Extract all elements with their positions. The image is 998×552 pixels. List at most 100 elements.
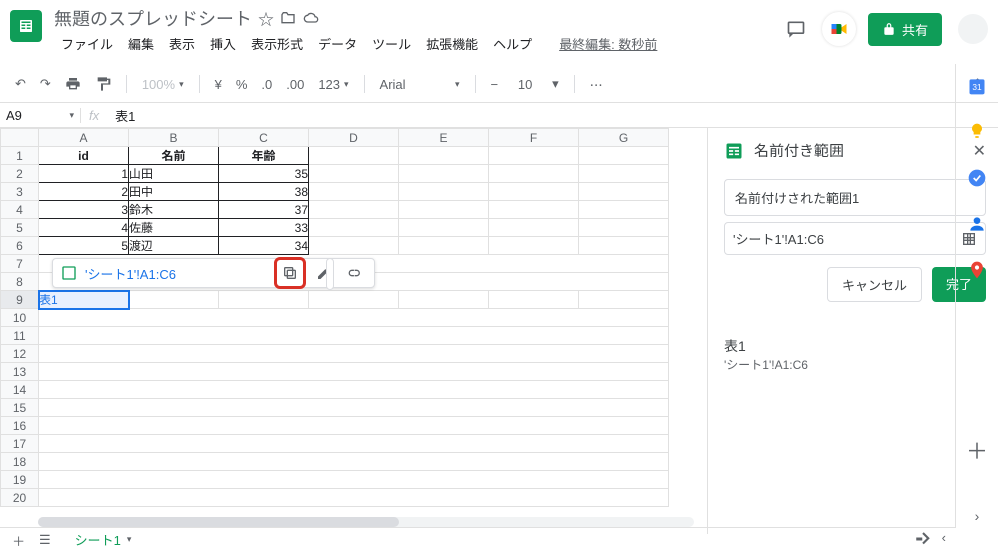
last-edit-link[interactable]: 最終編集: 数秒前 — [552, 32, 664, 55]
cloud-icon[interactable] — [302, 10, 320, 26]
row-header[interactable]: 17 — [1, 435, 39, 453]
menu-extensions[interactable]: 拡張機能 — [419, 32, 485, 55]
chip-range-text[interactable]: 'シート1'!A1:C6 — [85, 264, 176, 283]
decrease-decimal-button[interactable]: .0 — [256, 74, 277, 95]
star-icon[interactable]: ☆ — [258, 6, 274, 30]
sheets-logo[interactable] — [10, 10, 42, 42]
range-ref-input[interactable]: 'シート1'!A1:C6 — [724, 222, 986, 255]
name-box[interactable]: A9▾ — [0, 108, 80, 123]
contacts-icon[interactable] — [967, 214, 987, 234]
row-header[interactable]: 1 — [1, 147, 39, 165]
chip-overflow-handle[interactable] — [326, 258, 334, 290]
row-header[interactable]: 16 — [1, 417, 39, 435]
col-header[interactable]: D — [309, 129, 399, 147]
row-header[interactable]: 20 — [1, 489, 39, 507]
menu-view[interactable]: 表示 — [162, 32, 202, 55]
row-header[interactable]: 15 — [1, 399, 39, 417]
row-header[interactable]: 12 — [1, 345, 39, 363]
select-all-corner[interactable] — [1, 129, 39, 147]
row-header[interactable]: 19 — [1, 471, 39, 489]
menu-data[interactable]: データ — [311, 32, 364, 55]
calendar-icon[interactable]: 31 — [967, 76, 987, 96]
cell[interactable]: 年齢 — [219, 147, 309, 165]
col-header[interactable]: B — [129, 129, 219, 147]
col-header[interactable]: E — [399, 129, 489, 147]
zoom-select[interactable]: 100%▾ — [137, 74, 189, 95]
row-header[interactable]: 13 — [1, 363, 39, 381]
row-header[interactable]: 7 — [1, 255, 39, 273]
currency-button[interactable]: ¥ — [210, 74, 227, 95]
account-avatar[interactable] — [958, 14, 988, 44]
row-header[interactable]: 8 — [1, 273, 39, 291]
sidepanel-collapse-icon[interactable]: › — [975, 504, 980, 528]
row-header[interactable]: 6 — [1, 237, 39, 255]
menu-format[interactable]: 表示形式 — [244, 32, 310, 55]
cell[interactable]: 1 — [39, 165, 129, 183]
menu-file[interactable]: ファイル — [54, 32, 120, 55]
row-header[interactable]: 4 — [1, 201, 39, 219]
sheet-tab[interactable]: シート1▾ — [65, 527, 142, 552]
increase-decimal-button[interactable]: .00 — [281, 74, 309, 95]
cell[interactable]: 山田 — [129, 165, 219, 183]
paint-format-icon[interactable] — [90, 73, 116, 95]
cell[interactable]: 2 — [39, 183, 129, 201]
col-header[interactable]: A — [39, 129, 129, 147]
col-header[interactable]: G — [579, 129, 669, 147]
menu-tools[interactable]: ツール — [365, 32, 418, 55]
bottom-chevron-icon[interactable]: ‹ — [942, 530, 946, 551]
spreadsheet-grid[interactable]: A B C D E F G 1 id 名前 年齢 2 1 山田 35 3 2 田… — [0, 128, 707, 534]
cell[interactable]: 38 — [219, 183, 309, 201]
cell[interactable]: 田中 — [129, 183, 219, 201]
move-icon[interactable] — [280, 10, 296, 26]
meet-icon[interactable] — [822, 12, 856, 46]
font-select[interactable]: Arial▾ — [375, 74, 465, 95]
row-header[interactable]: 5 — [1, 219, 39, 237]
maps-icon[interactable] — [967, 260, 987, 280]
add-sheet-icon[interactable]: ＋ — [12, 531, 25, 550]
menu-insert[interactable]: 挿入 — [203, 32, 243, 55]
percent-button[interactable]: % — [231, 74, 253, 95]
share-button[interactable]: 共有 — [868, 13, 942, 46]
active-cell[interactable]: 表1 — [39, 291, 129, 309]
number-format-select[interactable]: 123▾ — [313, 74, 353, 95]
cell[interactable]: 3 — [39, 201, 129, 219]
formula-input[interactable]: 表1 — [107, 106, 143, 125]
row-header[interactable]: 18 — [1, 453, 39, 471]
cell[interactable]: 渡辺 — [129, 237, 219, 255]
font-size[interactable]: 10 — [507, 74, 543, 95]
row-header[interactable]: 14 — [1, 381, 39, 399]
unlink-range-icon[interactable] — [342, 261, 366, 285]
row-header[interactable]: 9 — [1, 291, 39, 309]
named-range-item[interactable]: 表1 'シート1'!A1:C6 — [724, 336, 986, 373]
tasks-icon[interactable] — [967, 168, 987, 188]
explore-icon[interactable] — [914, 530, 932, 551]
cell[interactable]: id — [39, 147, 129, 165]
row-header[interactable]: 2 — [1, 165, 39, 183]
cell[interactable]: 37 — [219, 201, 309, 219]
row-header[interactable]: 3 — [1, 183, 39, 201]
menu-help[interactable]: ヘルプ — [486, 32, 539, 55]
redo-icon[interactable]: ↷ — [35, 73, 56, 95]
cancel-button[interactable]: キャンセル — [827, 267, 922, 302]
print-icon[interactable] — [60, 73, 86, 95]
undo-icon[interactable]: ↶ — [10, 73, 31, 95]
cell[interactable]: 佐藤 — [129, 219, 219, 237]
row-header[interactable]: 10 — [1, 309, 39, 327]
keep-icon[interactable] — [967, 122, 987, 142]
cell[interactable]: 33 — [219, 219, 309, 237]
cell[interactable]: 35 — [219, 165, 309, 183]
row-header[interactable]: 11 — [1, 327, 39, 345]
font-size-dec[interactable]: − — [486, 74, 504, 95]
cell[interactable]: 34 — [219, 237, 309, 255]
all-sheets-icon[interactable]: ☰ — [39, 532, 51, 548]
cell[interactable]: 5 — [39, 237, 129, 255]
menu-edit[interactable]: 編集 — [121, 32, 161, 55]
font-size-inc[interactable]: ▾ — [547, 73, 564, 95]
comment-history-icon[interactable] — [782, 15, 810, 43]
copy-range-icon[interactable] — [278, 261, 302, 285]
col-header[interactable]: C — [219, 129, 309, 147]
cell[interactable]: 鈴木 — [129, 201, 219, 219]
col-header[interactable]: F — [489, 129, 579, 147]
addons-plus-icon[interactable]: ＋ — [966, 434, 988, 466]
more-tools-icon[interactable]: ⋯ — [585, 72, 608, 97]
